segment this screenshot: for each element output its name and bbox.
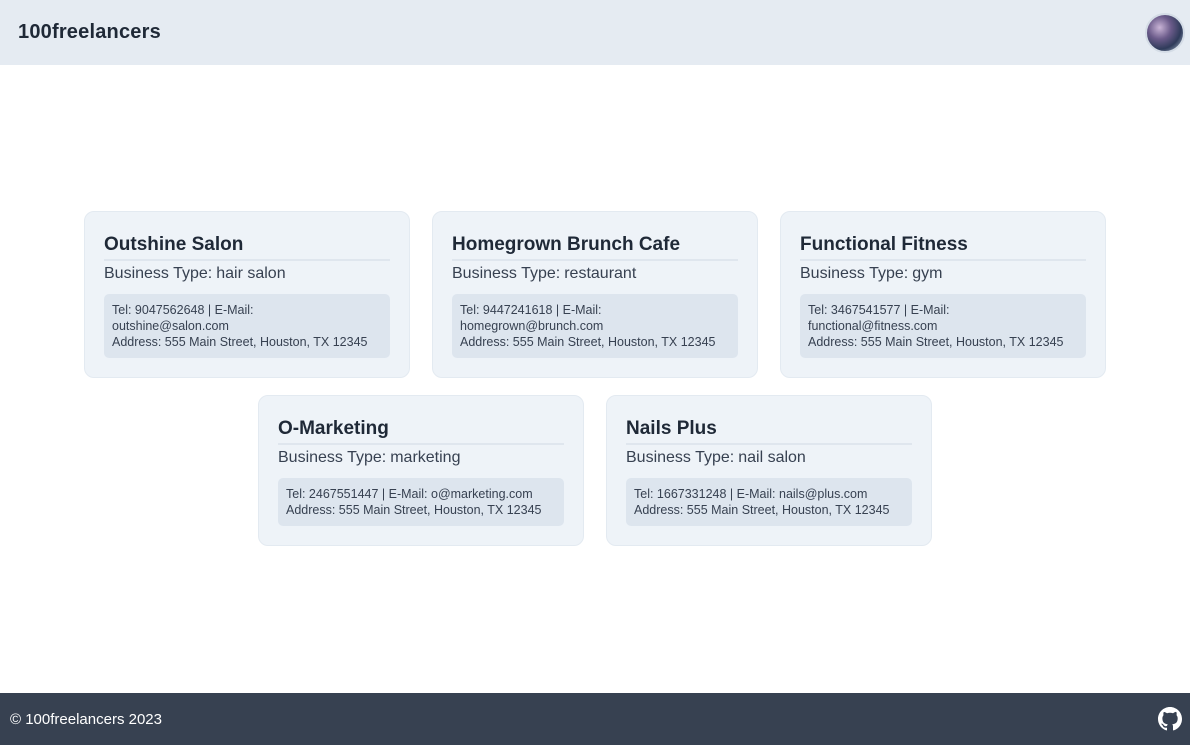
business-type-value: hair salon: [216, 265, 286, 282]
page-footer: © 100freelancers 2023: [0, 693, 1190, 745]
business-type-label: Business Type:: [800, 265, 909, 282]
brand-logo-text[interactable]: 100freelancers: [18, 21, 161, 44]
top-navbar: 100freelancers: [0, 0, 1190, 65]
business-type: Business Type: nail salon: [626, 449, 912, 467]
contact-address: Address: 555 Main Street, Houston, TX 12…: [112, 335, 368, 349]
contact-info: Tel: 9447241618 | E-Mail: homegrown@brun…: [452, 294, 738, 358]
contact-address: Address: 555 Main Street, Houston, TX 12…: [286, 503, 542, 517]
business-type-label: Business Type:: [104, 265, 213, 282]
github-icon[interactable]: [1158, 707, 1182, 731]
business-type: Business Type: marketing: [278, 449, 564, 467]
business-type: Business Type: hair salon: [104, 265, 390, 283]
cards-row-2: O-Marketing Business Type: marketing Tel:…: [0, 395, 1190, 546]
business-type: Business Type: restaurant: [452, 265, 738, 283]
business-type-label: Business Type:: [626, 449, 735, 466]
contact-info: Tel: 9047562648 | E-Mail: outshine@salon…: [104, 294, 390, 358]
business-type-label: Business Type:: [278, 449, 387, 466]
contact-tel-email: Tel: 9047562648 | E-Mail:: [112, 303, 254, 317]
business-type: Business Type: gym: [800, 265, 1086, 283]
business-card[interactable]: Nails Plus Business Type: nail salon Tel:…: [606, 395, 932, 546]
contact-tel-email: Tel: 2467551447 | E-Mail: o@marketing.co…: [286, 487, 533, 501]
business-type-value: nail salon: [738, 449, 806, 466]
business-name: Functional Fitness: [800, 234, 1086, 261]
business-card[interactable]: Functional Fitness Business Type: gym Tel…: [780, 211, 1106, 378]
business-name: Outshine Salon: [104, 234, 390, 261]
contact-tel-email: Tel: 3467541577 | E-Mail:: [808, 303, 950, 317]
contact-info: Tel: 1667331248 | E-Mail: nails@plus.com…: [626, 478, 912, 526]
business-type-value: gym: [912, 265, 943, 282]
business-name: Homegrown Brunch Cafe: [452, 234, 738, 261]
business-name: Nails Plus: [626, 418, 912, 445]
business-cards-grid: Outshine Salon Business Type: hair salon …: [0, 211, 1190, 546]
contact-tel-email: Tel: 9447241618 | E-Mail:: [460, 303, 602, 317]
user-avatar[interactable]: [1145, 12, 1185, 53]
contact-address: Address: 555 Main Street, Houston, TX 12…: [634, 503, 890, 517]
business-card[interactable]: Outshine Salon Business Type: hair salon …: [84, 211, 410, 378]
business-type-value: marketing: [390, 449, 461, 466]
copyright-text: © 100freelancers 2023: [10, 710, 162, 728]
business-type-label: Business Type:: [452, 265, 561, 282]
contact-tel-email: Tel: 1667331248 | E-Mail: nails@plus.com: [634, 487, 868, 501]
contact-email: homegrown@brunch.com: [460, 319, 604, 333]
contact-info: Tel: 3467541577 | E-Mail: functional@fit…: [800, 294, 1086, 358]
business-card[interactable]: Homegrown Brunch Cafe Business Type: rest…: [432, 211, 758, 378]
business-type-value: restaurant: [564, 265, 637, 282]
business-name: O-Marketing: [278, 418, 564, 445]
contact-email: functional@fitness.com: [808, 319, 938, 333]
cards-row-1: Outshine Salon Business Type: hair salon …: [0, 211, 1190, 378]
business-card[interactable]: O-Marketing Business Type: marketing Tel:…: [258, 395, 584, 546]
contact-email: outshine@salon.com: [112, 319, 229, 333]
contact-address: Address: 555 Main Street, Houston, TX 12…: [460, 335, 716, 349]
contact-address: Address: 555 Main Street, Houston, TX 12…: [808, 335, 1064, 349]
contact-info: Tel: 2467551447 | E-Mail: o@marketing.co…: [278, 478, 564, 526]
